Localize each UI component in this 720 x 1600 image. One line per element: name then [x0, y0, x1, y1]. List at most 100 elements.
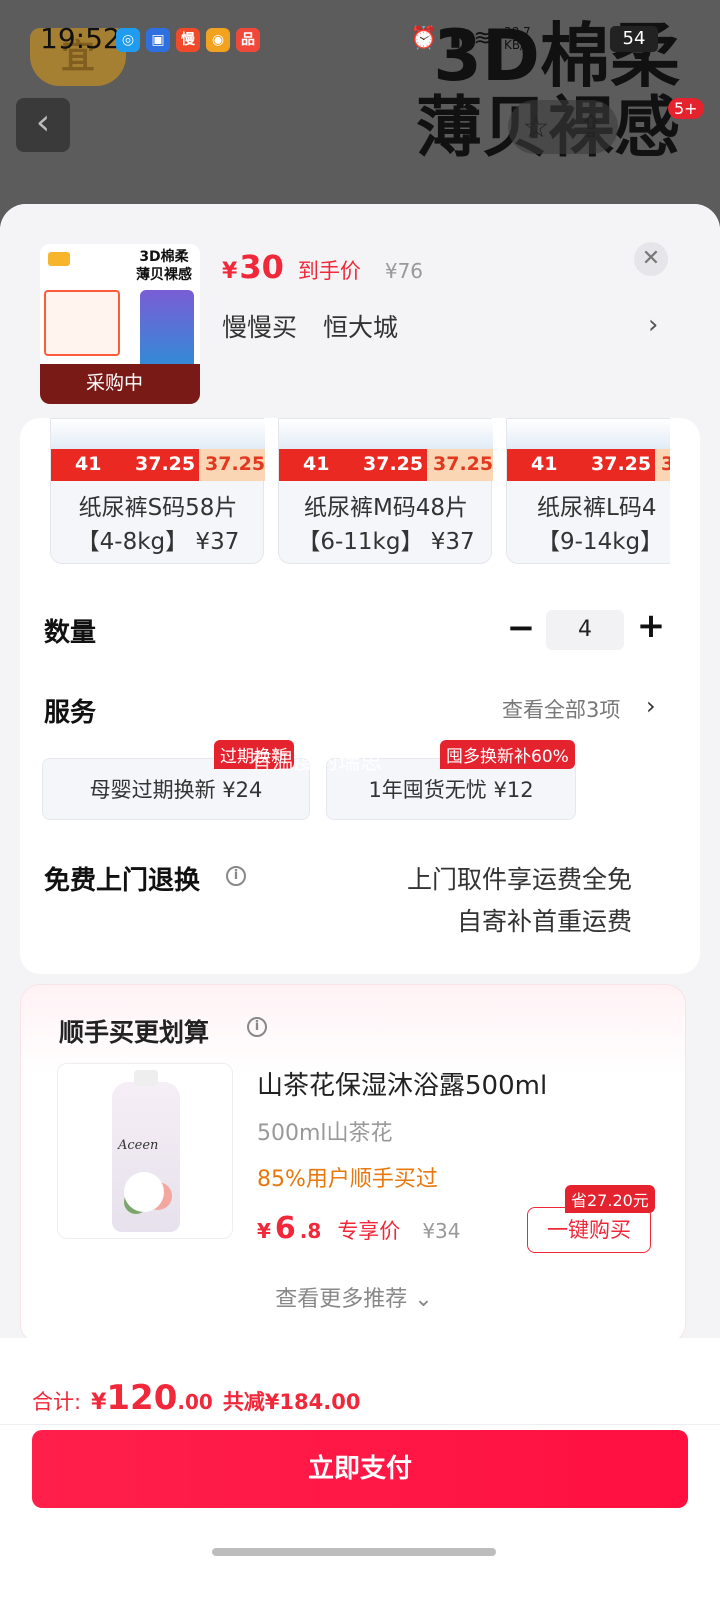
recommend-price-dec: .8 — [299, 1219, 322, 1243]
service-tag: 囤多换新补60% — [440, 740, 575, 769]
service-label: 服务 — [44, 698, 97, 728]
status-bar: 19:52 ◎ ▣ 慢 ◉ 品 ⏰ ▮ ≋ 38.7 KB/s 54 — [0, 0, 720, 80]
recommend-price: ¥ 6 .8 专享价 ¥34 — [257, 1211, 461, 1246]
total-saved: 共减¥184.00 — [222, 1390, 361, 1414]
view-all-services[interactable]: 查看全部3项 — [502, 694, 620, 724]
quantity-input[interactable]: 4 — [546, 610, 624, 650]
sku-price-band: 41 37.25 37.25 — [51, 449, 265, 481]
pay-now-button[interactable]: 立即支付 — [32, 1430, 688, 1508]
sku-band-price: 37.25 — [427, 449, 493, 481]
diaper-pack-image — [140, 290, 194, 374]
chevron-right-icon[interactable]: › — [646, 692, 656, 720]
recommend-product-image[interactable]: Aceen — [57, 1063, 233, 1239]
divider — [0, 1424, 720, 1425]
more-recommend-label: 查看更多推荐 — [275, 1287, 408, 1312]
recommend-stat: 85%用户顺手买过 — [257, 1167, 438, 1192]
sku-list: 41 37.25 37.25 纸尿裤S码58片 【4-8kg】 ¥37 41 3… — [50, 418, 670, 568]
app-icon-2: ▣ — [146, 28, 170, 52]
system-icons: ⏰ ▮ ≋ 38.7 KB/s — [410, 26, 544, 52]
app-icon-3: 慢 — [176, 28, 200, 52]
recommend-original-price: ¥34 — [422, 1219, 461, 1243]
back-button[interactable]: ‹ — [16, 98, 70, 152]
quantity-label: 数量 — [44, 618, 97, 648]
close-icon[interactable]: ✕ — [634, 242, 668, 276]
app-icon-5: 品 — [236, 28, 260, 52]
sku-band-price: 41 — [303, 453, 330, 475]
price-symbol: ¥ — [222, 259, 238, 284]
product-thumbnail[interactable]: 3D棉柔 薄贝裸感 采购中 — [40, 244, 200, 404]
info-icon[interactable]: i — [226, 866, 246, 886]
recommend-price-tag: 专享价 — [337, 1219, 401, 1243]
checkout-footer: 合计: ¥ 120 .00 共减¥184.00 立即支付 — [0, 1338, 720, 1600]
thumb-title: 3D棉柔 薄贝裸感 — [136, 249, 192, 283]
network-speed: 38.7 KB/s — [503, 25, 531, 52]
sku-option[interactable]: 41 37.25 37.25 纸尿裤L码4 【9-14kg】 — [506, 418, 670, 564]
minus-icon[interactable]: − — [506, 608, 536, 648]
plus-icon[interactable]: + — [636, 606, 666, 646]
store-name-1: 慢慢买 — [222, 313, 298, 342]
home-indicator[interactable] — [212, 1548, 496, 1556]
app-icon-1: ◎ — [116, 28, 140, 52]
recommend-price-symbol: ¥ — [257, 1219, 271, 1243]
chevron-down-icon: ⌄ — [414, 1287, 433, 1312]
total-row: 合计: ¥ 120 .00 共减¥184.00 — [32, 1378, 360, 1418]
price-tag: 到手价 — [297, 259, 361, 283]
sku-name: 纸尿裤M码48片 【6-11kg】 ¥37 — [297, 495, 475, 555]
top-action-icons: ☆ ⇪ — [508, 100, 618, 154]
store-name-2: 恒大城 — [322, 313, 398, 342]
save-tag: 省27.20元 — [565, 1185, 655, 1213]
sku-option[interactable]: 41 37.25 37.25 纸尿裤S码58片 【4-8kg】 ¥37 — [50, 418, 265, 564]
free-return-label: 免费上门退换 — [44, 866, 201, 896]
thumb-status-bar: 采购中 — [40, 364, 200, 404]
recommend-card: 顺手买更划算 i Aceen 山茶花保湿沐浴露500ml 500ml山茶花 85… — [20, 984, 686, 1344]
sku-band-price: 37.25 — [199, 449, 265, 481]
recommend-name[interactable]: 山茶花保湿沐浴露500ml — [257, 1065, 547, 1102]
recommend-price-int: 6 — [274, 1211, 296, 1246]
wifi-icon: ≋ — [473, 26, 492, 51]
brand-logo — [48, 252, 70, 266]
chevron-right-icon[interactable]: › — [648, 310, 658, 340]
sku-name: 纸尿裤S码58片 【4-8kg】 ¥37 — [76, 495, 240, 555]
one-click-buy-button[interactable]: 一键购买 — [527, 1207, 651, 1253]
signal-icon: ▮ — [449, 26, 462, 51]
total-int: 120 — [106, 1378, 178, 1418]
battery-icon: 54 — [610, 26, 658, 52]
watermark-text: 有温度的瑞思 — [250, 750, 383, 775]
sku-price-band: 41 37.25 37.25 — [507, 449, 670, 481]
bottle-label: Aceen — [118, 1138, 159, 1153]
sku-price-band: 41 37.25 37.25 — [279, 449, 493, 481]
total-label: 合计: — [32, 1390, 82, 1414]
more-recommend-link[interactable]: 查看更多推荐 ⌄ — [21, 1281, 687, 1313]
alarm-icon: ⏰ — [410, 26, 438, 51]
cart-badge: 5+ — [668, 98, 704, 119]
sku-band-price: 41 — [531, 453, 558, 475]
share-icon[interactable]: ⇪ — [578, 110, 603, 145]
bottle-cap — [134, 1070, 158, 1086]
bottle-image: Aceen — [112, 1070, 180, 1232]
price-value: 30 — [239, 248, 284, 286]
sku-name: 纸尿裤L码4 【9-14kg】 — [537, 495, 664, 555]
sku-selector-sheet: 3D棉柔 薄贝裸感 采购中 ¥ 30 到手价 ¥76 慢慢买 恒大城 ✕ › 4… — [0, 204, 720, 1600]
sku-option[interactable]: 41 37.25 37.25 纸尿裤M码48片 【6-11kg】 ¥37 — [278, 418, 493, 564]
status-time: 19:52 — [40, 22, 121, 55]
total-symbol: ¥ — [91, 1390, 107, 1415]
flower-decoration — [124, 1172, 164, 1212]
sku-band-price: 37.25 — [363, 453, 424, 475]
sku-band-price: 37.25 — [591, 453, 652, 475]
thumb-status: 采购中 — [86, 372, 144, 394]
product-header: 3D棉柔 薄贝裸感 采购中 ¥ 30 到手价 ¥76 慢慢买 恒大城 ✕ › — [0, 204, 720, 418]
return-detail-1: 上门取件享运费全免 — [406, 865, 632, 894]
original-price: ¥76 — [384, 259, 424, 283]
sku-band-price: 37.25 — [655, 449, 670, 481]
sku-band-price: 41 — [75, 453, 102, 475]
recommend-title: 顺手买更划算 — [59, 1018, 210, 1047]
info-icon[interactable]: i — [247, 1017, 267, 1037]
store-row[interactable]: 慢慢买 恒大城 — [222, 308, 416, 344]
notification-icons: ◎ ▣ 慢 ◉ 品 — [116, 28, 260, 52]
thumb-price-panel — [44, 290, 120, 356]
total-dec: .00 — [177, 1390, 213, 1414]
star-icon[interactable]: ☆ — [522, 110, 549, 145]
recommend-spec: 500ml山茶花 — [257, 1121, 393, 1146]
app-icon-4: ◉ — [206, 28, 230, 52]
sku-band-price: 37.25 — [135, 453, 196, 475]
